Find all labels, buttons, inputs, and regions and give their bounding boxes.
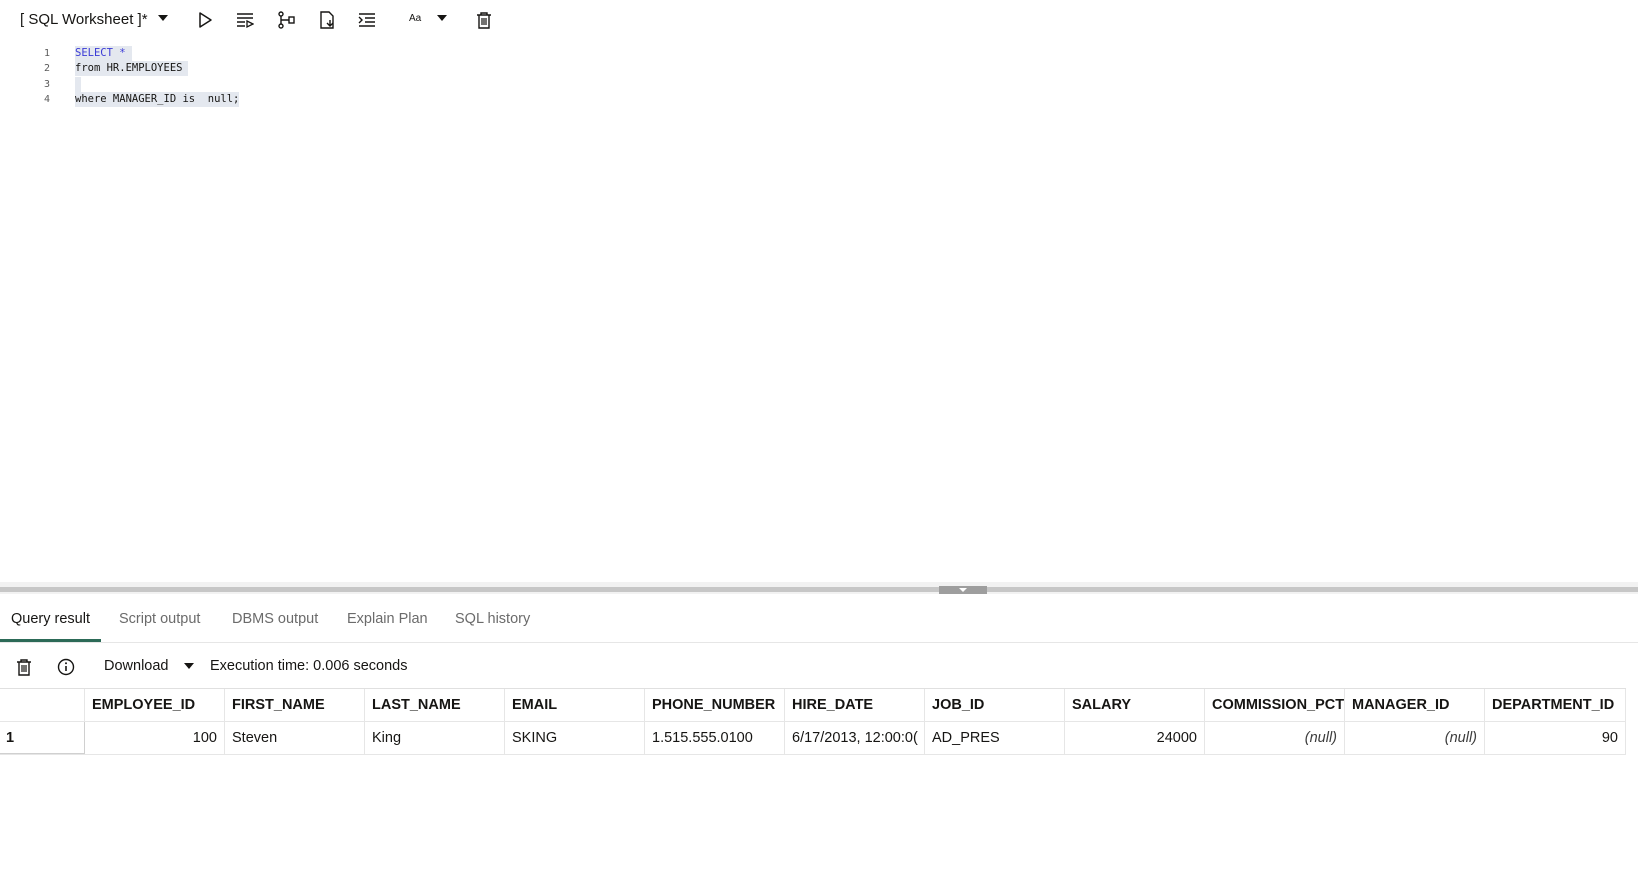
clear-results-trash-icon[interactable] bbox=[13, 656, 35, 678]
sql-editor[interactable]: 1 SELECT * 2 from HR.EMPLOYEES 3 4 where… bbox=[0, 44, 1638, 580]
column-header[interactable]: COMMISSION_PCT bbox=[1205, 689, 1345, 721]
code-line[interactable]: 2 from HR.EMPLOYEES bbox=[0, 61, 1000, 76]
table-cell[interactable]: (null) bbox=[1205, 722, 1345, 754]
code-line[interactable]: 3 bbox=[0, 77, 1000, 92]
code-text: where MANAGER_ID is null; bbox=[75, 92, 240, 107]
run-script-icon[interactable] bbox=[234, 9, 256, 31]
column-header[interactable]: SALARY bbox=[1065, 689, 1205, 721]
line-number: 1 bbox=[43, 48, 50, 59]
table-cell[interactable]: (null) bbox=[1345, 722, 1485, 754]
table-cell[interactable]: King bbox=[365, 722, 505, 754]
table-cell[interactable]: AD_PRES bbox=[925, 722, 1065, 754]
worksheet-toolbar: [ SQL Worksheet ]* Aa bbox=[0, 0, 1638, 40]
worksheet-title[interactable]: [ SQL Worksheet ]* bbox=[20, 10, 148, 30]
execution-time: Execution time: 0.006 seconds bbox=[210, 658, 408, 674]
results-toolbar: Download Execution time: 0.006 seconds bbox=[0, 650, 1638, 686]
download-button[interactable]: Download bbox=[104, 658, 169, 674]
font-size-caret-icon[interactable] bbox=[437, 15, 447, 21]
code-line[interactable]: 4 where MANAGER_ID is null; bbox=[0, 92, 1000, 107]
column-header[interactable]: DEPARTMENT_ID bbox=[1485, 689, 1626, 721]
code-text bbox=[75, 77, 81, 92]
run-statement-icon[interactable] bbox=[194, 9, 216, 31]
font-size-label[interactable]: Aa bbox=[409, 13, 421, 24]
code-text: SELECT * bbox=[75, 46, 132, 61]
table-cell[interactable]: SKING bbox=[505, 722, 645, 754]
code-line[interactable]: 1 SELECT * bbox=[0, 46, 1000, 61]
column-header[interactable]: MANAGER_ID bbox=[1345, 689, 1485, 721]
row-number[interactable]: 1 bbox=[0, 722, 85, 754]
pane-splitter[interactable] bbox=[0, 582, 1638, 594]
grid-header-row: EMPLOYEE_ID FIRST_NAME LAST_NAME EMAIL P… bbox=[0, 689, 1626, 722]
explain-plan-icon[interactable] bbox=[275, 9, 297, 31]
table-cell[interactable]: 90 bbox=[1485, 722, 1626, 754]
table-cell[interactable]: 24000 bbox=[1065, 722, 1205, 754]
table-row[interactable]: 1 100 Steven King SKING 1.515.555.0100 6… bbox=[0, 722, 1626, 755]
info-icon[interactable] bbox=[55, 656, 77, 678]
table-cell[interactable]: Steven bbox=[225, 722, 365, 754]
format-code-icon[interactable] bbox=[356, 9, 378, 31]
splitter-bar bbox=[0, 587, 1638, 592]
column-header[interactable]: EMPLOYEE_ID bbox=[85, 689, 225, 721]
output-tabs: Query result Script output DBMS output E… bbox=[0, 606, 1638, 643]
column-header[interactable]: PHONE_NUMBER bbox=[645, 689, 785, 721]
download-caret-icon[interactable] bbox=[184, 663, 194, 669]
line-number: 3 bbox=[43, 79, 50, 90]
tab-script-output[interactable]: Script output bbox=[108, 606, 211, 639]
worksheet-menu-caret-icon[interactable] bbox=[158, 15, 168, 21]
code-text: from HR.EMPLOYEES bbox=[75, 61, 189, 76]
row-number-header bbox=[0, 689, 85, 721]
column-header[interactable]: JOB_ID bbox=[925, 689, 1065, 721]
line-number: 2 bbox=[43, 63, 50, 74]
line-number: 4 bbox=[43, 94, 50, 105]
clear-trash-icon[interactable] bbox=[473, 9, 495, 31]
collapse-handle-icon[interactable] bbox=[939, 586, 987, 594]
tab-dbms-output[interactable]: DBMS output bbox=[221, 606, 329, 639]
autotrace-icon[interactable] bbox=[316, 9, 338, 31]
column-header[interactable]: HIRE_DATE bbox=[785, 689, 925, 721]
table-cell[interactable]: 100 bbox=[85, 722, 225, 754]
column-header[interactable]: LAST_NAME bbox=[365, 689, 505, 721]
results-grid: EMPLOYEE_ID FIRST_NAME LAST_NAME EMAIL P… bbox=[0, 688, 1626, 755]
tab-sql-history[interactable]: SQL history bbox=[444, 606, 541, 639]
table-cell[interactable]: 1.515.555.0100 bbox=[645, 722, 785, 754]
tab-explain-plan[interactable]: Explain Plan bbox=[336, 606, 439, 639]
tab-query-result[interactable]: Query result bbox=[0, 606, 101, 642]
table-cell[interactable]: 6/17/2013, 12:00:0( bbox=[785, 722, 925, 754]
column-header[interactable]: FIRST_NAME bbox=[225, 689, 365, 721]
column-header[interactable]: EMAIL bbox=[505, 689, 645, 721]
